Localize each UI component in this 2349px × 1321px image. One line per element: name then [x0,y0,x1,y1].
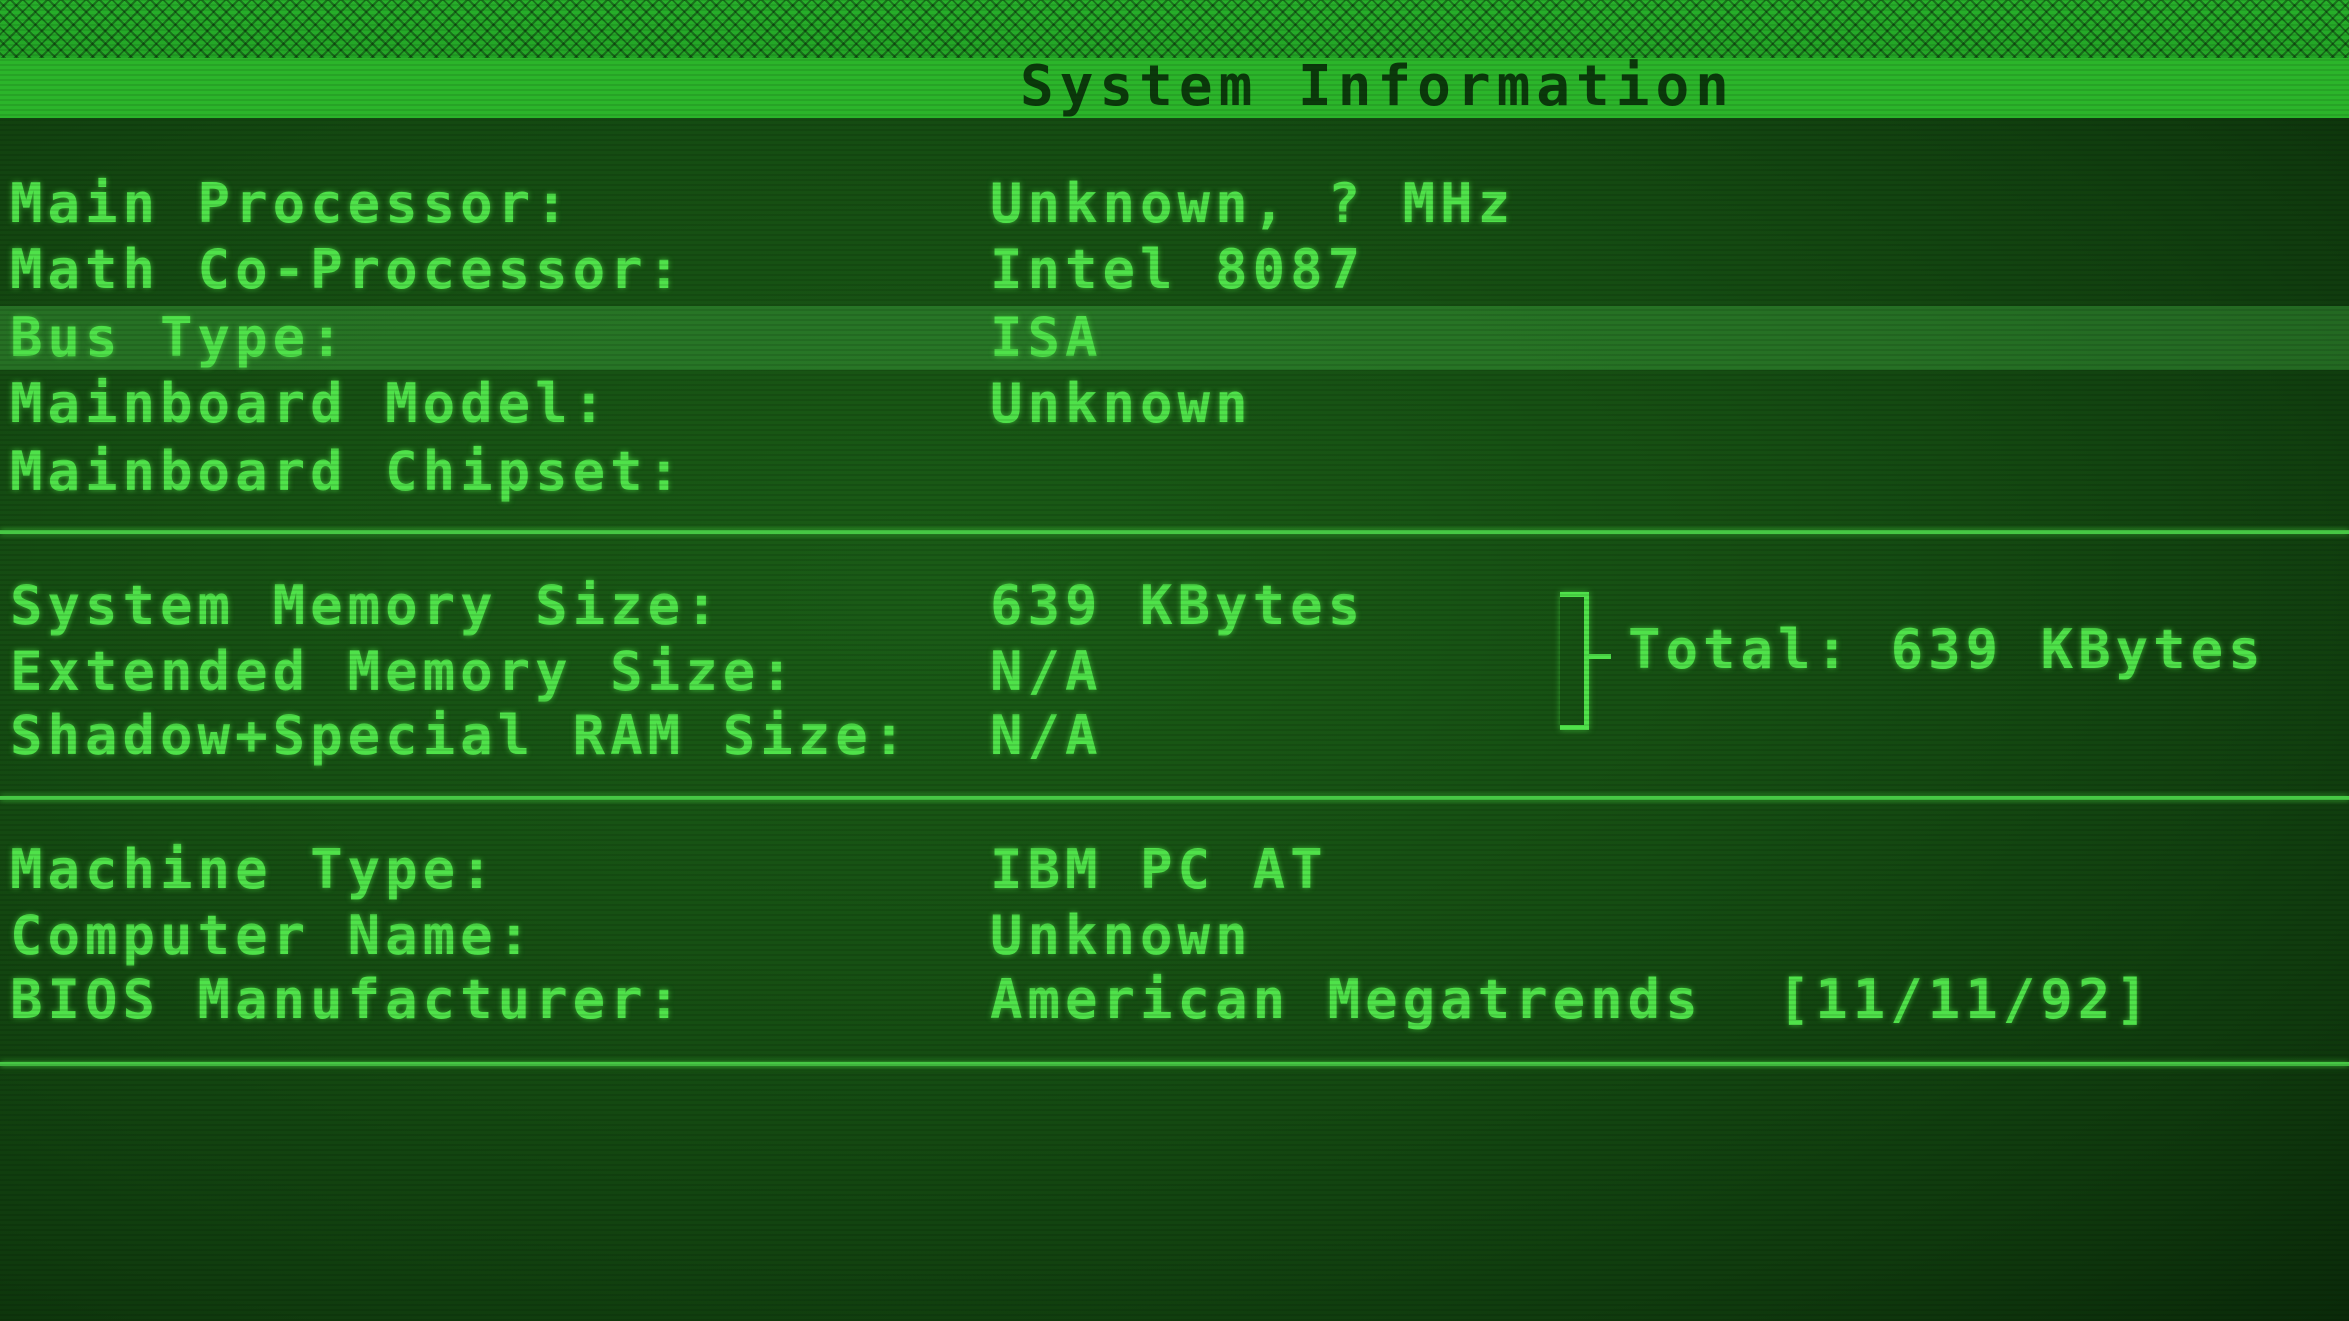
info-row-mainboard-model[interactable]: Mainboard Model: Unknown [0,372,2349,436]
system-memory-value: 639 KBytes [990,574,1366,637]
memory-bracket-icon [1560,592,1589,730]
title-bar: System Information [0,0,2349,119]
memory-total: Total: 639 KBytes [1628,618,2266,681]
mainboard-chipset-label: Mainboard Chipset: [10,440,686,503]
machine-type-label: Machine Type: [10,838,498,901]
info-row-bus-type-selected[interactable]: Bus Type: ISA [0,306,2349,370]
computer-name-label: Computer Name: [10,904,536,967]
section-divider-memory [0,796,2349,800]
bios-manufacturer-label: BIOS Manufacturer: [10,968,686,1031]
bios-manufacturer-value: American Megatrends [11/11/92] [990,968,2153,1031]
extended-memory-value: N/A [990,640,1103,703]
section-divider-machine [0,1062,2349,1066]
info-row-main-processor[interactable]: Main Processor: Unknown, ? MHz [0,172,2349,236]
info-row-shadow-ram[interactable]: Shadow+Special RAM Size: N/A [0,704,2349,768]
math-coprocessor-label: Math Co-Processor: [10,238,686,301]
info-row-bios-manufacturer[interactable]: BIOS Manufacturer: American Megatrends [… [0,968,2349,1032]
mainboard-model-value: Unknown [990,372,1253,435]
system-information-screen: System Information Main Processor: Unkno… [0,0,2349,1321]
shadow-ram-value: N/A [990,704,1103,767]
machine-type-value: IBM PC AT [990,838,1328,901]
info-row-machine-type[interactable]: Machine Type: IBM PC AT [0,838,2349,902]
main-processor-label: Main Processor: [10,172,573,235]
extended-memory-label: Extended Memory Size: [10,640,798,703]
computer-name-value: Unknown [990,904,1253,967]
screen-title: System Information [1020,54,1735,119]
main-processor-value: Unknown, ? MHz [990,172,1516,235]
bus-type-value: ISA [990,306,1103,369]
system-memory-label: System Memory Size: [10,574,723,637]
math-coprocessor-value: Intel 8087 [990,238,1366,301]
mainboard-model-label: Mainboard Model: [10,372,611,435]
section-divider-hardware [0,530,2349,534]
bus-type-label: Bus Type: [10,306,348,369]
memory-bracket-tick [1589,654,1611,659]
info-row-computer-name[interactable]: Computer Name: Unknown [0,904,2349,968]
shadow-ram-label: Shadow+Special RAM Size: [10,704,911,767]
info-row-math-coprocessor[interactable]: Math Co-Processor: Intel 8087 [0,238,2349,302]
info-row-mainboard-chipset[interactable]: Mainboard Chipset: [0,440,2349,504]
